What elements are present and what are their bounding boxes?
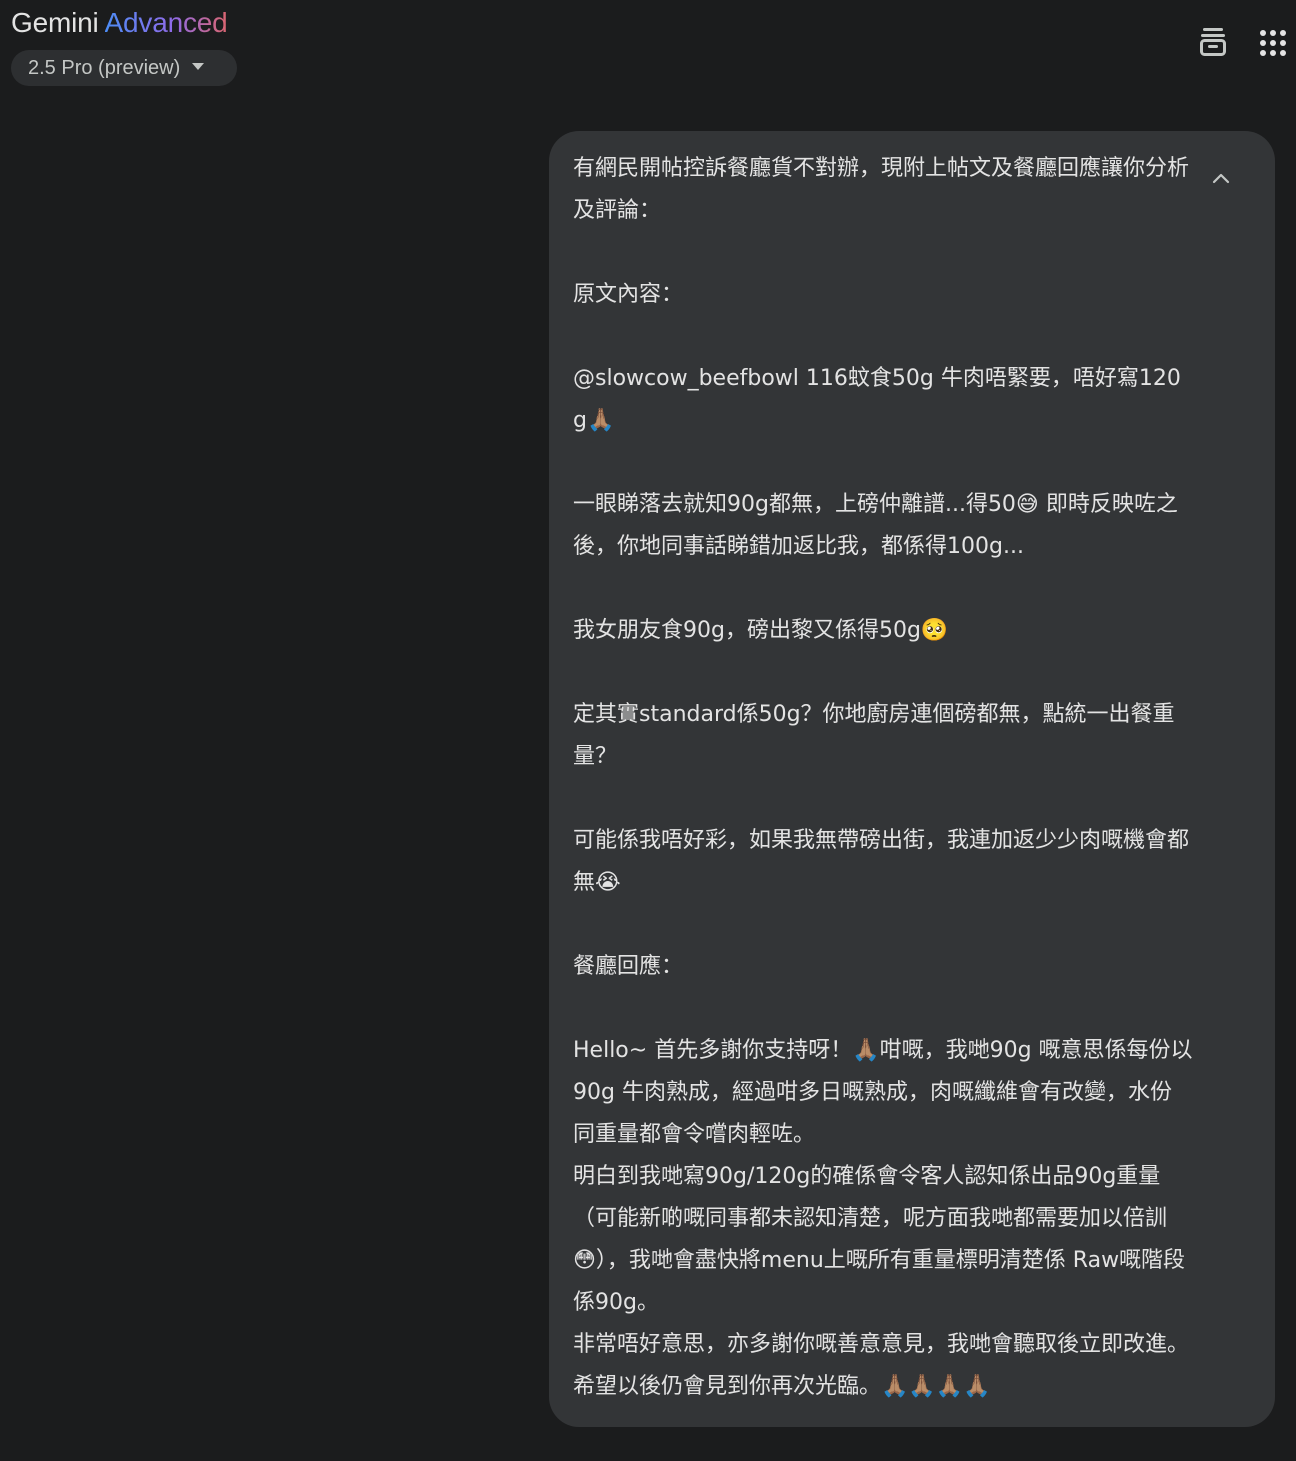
apps-button[interactable]: [1253, 22, 1293, 62]
message-paragraph: 我女朋友食90g，磅出黎又係得50g🥺: [573, 618, 949, 643]
message-paragraph: Hello~ 首先多謝你支持呀！🙏🏽咁嘅，我哋90g 嘅意思係每份以90g 牛肉…: [573, 1038, 1193, 1147]
message-paragraph: 可能係我唔好彩，如果我無帶磅出街，我連加返少少肉嘅機會都無😭: [573, 828, 1190, 895]
history-button[interactable]: [1193, 22, 1233, 62]
model-selector-label: 2.5 Pro (preview): [28, 56, 181, 79]
model-selector[interactable]: 2.5 Pro (preview): [11, 50, 237, 86]
message-paragraph: 非常唔好意思，亦多謝你嘅善意意見，我哋會聽取後立即改進。希望以後仍會見到你再次光…: [573, 1332, 1190, 1399]
app-title: Gemini Advanced: [11, 4, 228, 42]
apps-grid-icon: [1260, 30, 1286, 56]
history-icon: [1200, 28, 1226, 56]
chevron-up-icon: [1212, 173, 1230, 184]
caret-down-icon: [192, 62, 205, 70]
collapse-button[interactable]: [1199, 161, 1243, 195]
message-text: 有網民開帖控訴餐廳貨不對辦，現附上帖文及餐廳回應讓你分析及評論： 原文內容： @…: [573, 148, 1193, 1408]
message-paragraph: 原文內容：: [573, 282, 684, 307]
message-paragraph: @slowcow_beefbowl 116蚊食50g 牛肉唔緊要，唔好寫120g…: [573, 366, 1181, 433]
message-paragraph: 一眼睇落去就知90g都無，上磅仲離譜...得50😅 即時反映咗之後，你地同事話睇…: [573, 492, 1178, 559]
message-paragraph: 定其實standard係50g？你地廚房連個磅都無，點統一出餐重量？: [573, 702, 1175, 769]
user-message-bubble: 有網民開帖控訴餐廳貨不對辦，現附上帖文及餐廳回應讓你分析及評論： 原文內容： @…: [549, 131, 1275, 1427]
message-paragraph: 餐廳回應：: [573, 954, 684, 979]
message-paragraph: 有網民開帖控訴餐廳貨不對辦，現附上帖文及餐廳回應讓你分析及評論：: [573, 156, 1190, 223]
brand-name: Gemini: [11, 7, 99, 38]
brand-tier: Advanced: [104, 7, 228, 38]
message-paragraph: 明白到我哋寫90g/120g的確係會令客人認知係出品90g重量（可能新啲嘅同事都…: [573, 1164, 1186, 1315]
top-bar: Gemini Advanced 2.5 Pro (preview): [0, 0, 1296, 100]
